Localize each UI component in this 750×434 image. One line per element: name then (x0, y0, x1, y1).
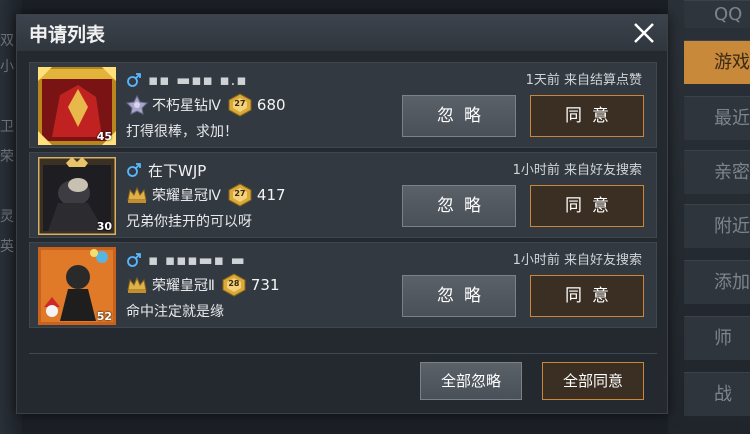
ignore-button[interactable]: 忽略 (402, 275, 516, 317)
background-text: 英 (0, 239, 14, 255)
platinum-star-rank-icon (126, 95, 148, 115)
request-row: 45 ▪▪ ▬▪▪ ▪.▪ 不朽星钻Ⅳ 27 680 打得很棒，求加！ 1天前 … (29, 62, 657, 148)
background-tab-qq: QQ (684, 0, 750, 28)
request-row: 52 ▪ ▪▪▪▬▪ ▬ 荣耀皇冠Ⅱ 28 731 命中注定就是缘 1小时前 来… (29, 242, 657, 328)
avatar[interactable]: 30 (38, 157, 116, 235)
rank-line: 荣耀皇冠Ⅱ 28 731 (126, 273, 280, 297)
background-tab-game: 游戏 (684, 40, 750, 84)
request-meta: 1天前 来自结算点赞 (525, 73, 642, 88)
background-tab-battle: 战 (684, 372, 750, 416)
background-tab-recent: 最近 (684, 96, 750, 140)
close-icon (634, 23, 654, 43)
male-icon (127, 253, 141, 267)
rank-line: 荣耀皇冠Ⅳ 27 417 (126, 183, 286, 207)
agree-all-button[interactable]: 全部同意 (542, 362, 644, 400)
request-meta: 1小时前 来自好友搜索 (512, 163, 642, 178)
background-tab-add: 添加 (684, 260, 750, 304)
background-text: 荣 (0, 149, 14, 165)
background-text: 小 (0, 59, 14, 75)
avatar-level: 52 (96, 310, 112, 323)
avatar-level: 30 (96, 220, 112, 233)
request-row: 30 在下WJP 荣耀皇冠Ⅳ 27 417 兄弟你挂开的可以呀 1小时前 来自好… (29, 152, 657, 238)
rank-points: 417 (256, 186, 286, 204)
rank-name: 荣耀皇冠Ⅳ (152, 188, 221, 204)
background-text: 卫 (0, 119, 14, 135)
rank-badge-number: 28 (228, 279, 240, 288)
background-tab-nearby: 附近 (684, 204, 750, 248)
request-meta: 1小时前 来自好友搜索 (512, 253, 642, 268)
dialog-title: 申请列表 (29, 24, 106, 46)
footer-divider (29, 353, 657, 354)
rank-badge: 27 (227, 93, 253, 117)
close-button[interactable] (627, 17, 661, 49)
dialog-header: 申请列表 (17, 15, 667, 51)
rank-badge-number: 27 (234, 99, 246, 108)
request-message: 打得很棒，求加！ (126, 124, 238, 140)
rank-badge: 27 (227, 183, 253, 207)
male-icon (127, 163, 141, 177)
rank-name: 荣耀皇冠Ⅱ (152, 278, 215, 294)
avatar[interactable]: 45 (38, 67, 116, 145)
background-text: 灵 (0, 209, 14, 225)
name-line: ▪▪ ▬▪▪ ▪.▪ (126, 69, 247, 91)
player-name: ▪▪ ▬▪▪ ▪.▪ (148, 71, 248, 89)
crown-rank-icon (127, 276, 147, 293)
crown-rank-icon (127, 186, 147, 203)
rank-name: 不朽星钻Ⅳ (152, 98, 221, 114)
agree-button[interactable]: 同意 (530, 185, 644, 227)
name-line: ▪ ▪▪▪▬▪ ▬ (126, 249, 246, 271)
background-tab-mentor: 师 (684, 316, 750, 360)
ignore-button[interactable]: 忽略 (402, 185, 516, 227)
background-text: 双 (0, 33, 14, 49)
agree-button[interactable]: 同意 (530, 95, 644, 137)
ignore-all-button[interactable]: 全部忽略 (420, 362, 522, 400)
ignore-button[interactable]: 忽略 (402, 95, 516, 137)
rank-badge-number: 27 (234, 189, 246, 198)
rank-points: 680 (256, 96, 286, 114)
male-icon (127, 73, 141, 87)
request-list-dialog: 申请列表 45 ▪▪ ▬▪▪ ▪.▪ 不朽星钻Ⅳ 27 680 打得很棒，求加！… (16, 14, 668, 414)
avatar[interactable]: 52 (38, 247, 116, 325)
rank-points: 731 (250, 276, 280, 294)
request-message: 命中注定就是缘 (126, 304, 224, 320)
avatar-level: 45 (96, 130, 112, 143)
request-message: 兄弟你挂开的可以呀 (126, 214, 252, 230)
player-name: ▪ ▪▪▪▬▪ ▬ (148, 251, 246, 269)
name-line: 在下WJP (126, 159, 206, 181)
rank-line: 不朽星钻Ⅳ 27 680 (126, 93, 286, 117)
rank-badge: 28 (221, 273, 247, 297)
player-name: 在下WJP (148, 161, 207, 180)
background-tab-intimate: 亲密 (684, 150, 750, 194)
agree-button[interactable]: 同意 (530, 275, 644, 317)
